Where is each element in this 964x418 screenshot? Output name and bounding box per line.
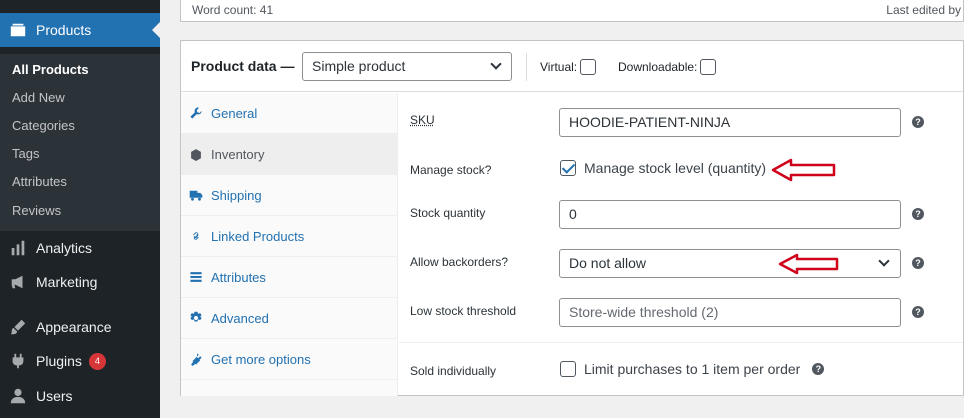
backorders-select[interactable]: Do not allow bbox=[559, 249, 901, 278]
plug-icon bbox=[181, 352, 211, 366]
tab-attributes[interactable]: Attributes bbox=[181, 257, 397, 298]
manage-stock-text: Manage stock level (quantity) bbox=[584, 160, 767, 176]
megaphone-icon bbox=[0, 273, 36, 291]
product-data-metabox: Product data — Simple product Virtual: D… bbox=[180, 40, 964, 396]
tab-linked-products[interactable]: Linked Products bbox=[181, 216, 397, 257]
submenu-categories[interactable]: Categories bbox=[12, 118, 75, 133]
tab-label: Attributes bbox=[211, 269, 266, 285]
downloadable-option[interactable]: Downloadable: bbox=[618, 59, 717, 75]
inventory-icon bbox=[181, 147, 211, 161]
sidebar-item-users[interactable]: Users bbox=[0, 379, 160, 413]
chevron-down-icon bbox=[490, 58, 502, 70]
tab-general[interactable]: General bbox=[181, 93, 397, 134]
spacer bbox=[778, 292, 779, 293]
paintbrush-icon bbox=[0, 318, 36, 336]
sidebar-item-analytics[interactable]: Analytics bbox=[0, 231, 160, 265]
last-edited: Last edited by bbox=[886, 3, 961, 17]
low-stock-input[interactable]: Store-wide threshold (2) bbox=[559, 298, 901, 327]
tab-get-more-options[interactable]: Get more options bbox=[181, 339, 397, 380]
product-type-select[interactable]: Simple product bbox=[302, 52, 512, 81]
downloadable-checkbox[interactable] bbox=[700, 59, 717, 75]
sidebar-item-plugins[interactable]: Plugins 4 bbox=[0, 344, 160, 378]
backorders-help-icon[interactable]: ? bbox=[912, 257, 924, 269]
submenu-reviews[interactable]: Reviews bbox=[12, 203, 61, 218]
submenu-add-new[interactable]: Add New bbox=[12, 90, 65, 105]
product-data-header: Product data — Simple product Virtual: D… bbox=[181, 41, 963, 92]
backorders-label: Allow backorders? bbox=[410, 255, 509, 269]
current-menu-pointer bbox=[152, 22, 160, 38]
sidebar-item-label: Users bbox=[36, 388, 73, 404]
sold-individually-text: Limit purchases to 1 item per order bbox=[584, 361, 801, 377]
sold-individually-checkbox[interactable] bbox=[560, 361, 576, 377]
tab-label: Shipping bbox=[211, 187, 262, 203]
sidebar-item-products[interactable]: Products bbox=[0, 13, 160, 47]
truck-icon bbox=[181, 188, 211, 202]
analytics-icon bbox=[0, 239, 36, 257]
admin-sidebar: Products All Products Add New Categories… bbox=[0, 0, 160, 418]
sold-individually-option[interactable]: Limit purchases to 1 item per order ? bbox=[560, 361, 825, 377]
manage-stock-checkbox[interactable] bbox=[560, 160, 576, 176]
word-count: Word count: 41 bbox=[192, 3, 274, 17]
tab-inventory[interactable]: Inventory bbox=[181, 134, 397, 175]
sku-help-icon[interactable]: ? bbox=[912, 116, 924, 128]
products-icon bbox=[0, 21, 36, 39]
submenu-attributes[interactable]: Attributes bbox=[12, 174, 67, 189]
sold-individually-label: Sold individually bbox=[410, 364, 497, 378]
product-data-title: Product data — bbox=[191, 58, 295, 74]
plugin-update-badge: 4 bbox=[88, 352, 106, 370]
annotation-arrow-backorders bbox=[778, 253, 839, 275]
product-data-tabs: General Inventory Shipping Linked Produc… bbox=[181, 93, 398, 396]
tab-label: Advanced bbox=[211, 310, 269, 326]
tab-label: General bbox=[211, 105, 258, 121]
manage-stock-label: Manage stock? bbox=[410, 163, 492, 177]
tab-label: Inventory bbox=[211, 146, 265, 162]
gear-icon bbox=[181, 311, 211, 325]
tab-label: Linked Products bbox=[211, 228, 305, 244]
tab-advanced[interactable]: Advanced bbox=[181, 298, 397, 339]
link-icon bbox=[181, 229, 211, 243]
products-submenu: All Products Add New Categories Tags Att… bbox=[0, 54, 160, 231]
wrench-icon bbox=[181, 106, 211, 120]
sidebar-item-label: Plugins bbox=[36, 353, 82, 369]
editor-status-bar: Word count: 41 Last edited by bbox=[180, 0, 964, 22]
low-stock-help-icon[interactable]: ? bbox=[912, 306, 924, 318]
manage-stock-option[interactable]: Manage stock level (quantity) bbox=[560, 160, 766, 176]
tab-label: Get more options bbox=[211, 351, 311, 367]
sku-input[interactable]: HOODIE-PATIENT-NINJA bbox=[559, 108, 901, 137]
sidebar-item-label: Appearance bbox=[36, 319, 112, 335]
chevron-down-icon bbox=[878, 255, 890, 267]
downloadable-label: Downloadable: bbox=[618, 60, 698, 74]
tab-shipping[interactable]: Shipping bbox=[181, 175, 397, 216]
sidebar-item-label: Marketing bbox=[36, 274, 98, 290]
virtual-checkbox[interactable] bbox=[580, 59, 597, 75]
header-divider bbox=[526, 53, 527, 81]
submenu-tags[interactable]: Tags bbox=[12, 146, 39, 161]
users-icon bbox=[0, 387, 36, 405]
virtual-label: Virtual: bbox=[540, 60, 578, 74]
sku-label: SKU bbox=[410, 113, 435, 127]
sold-individually-help-icon[interactable]: ? bbox=[812, 363, 825, 375]
virtual-option[interactable]: Virtual: bbox=[540, 59, 597, 75]
panel-divider bbox=[399, 342, 963, 343]
sidebar-item-marketing[interactable]: Marketing bbox=[0, 265, 160, 299]
submenu-all-products[interactable]: All Products bbox=[12, 62, 89, 77]
backorders-value: Do not allow bbox=[569, 255, 647, 271]
product-type-value: Simple product bbox=[312, 58, 406, 74]
annotation-arrow bbox=[771, 158, 836, 182]
sidebar-item-label: Products bbox=[36, 22, 92, 38]
low-stock-label: Low stock threshold bbox=[410, 304, 517, 318]
sidebar-item-label: Analytics bbox=[36, 240, 93, 256]
sidebar-item-appearance[interactable]: Appearance bbox=[0, 310, 160, 344]
list-icon bbox=[181, 270, 211, 284]
stock-quantity-label: Stock quantity bbox=[410, 206, 486, 220]
stock-quantity-input[interactable]: 0 bbox=[559, 200, 901, 229]
inventory-panel: SKU HOODIE-PATIENT-NINJA ? Manage stock?… bbox=[399, 93, 963, 396]
stock-quantity-help-icon[interactable]: ? bbox=[912, 208, 924, 220]
plugin-icon bbox=[0, 352, 36, 370]
